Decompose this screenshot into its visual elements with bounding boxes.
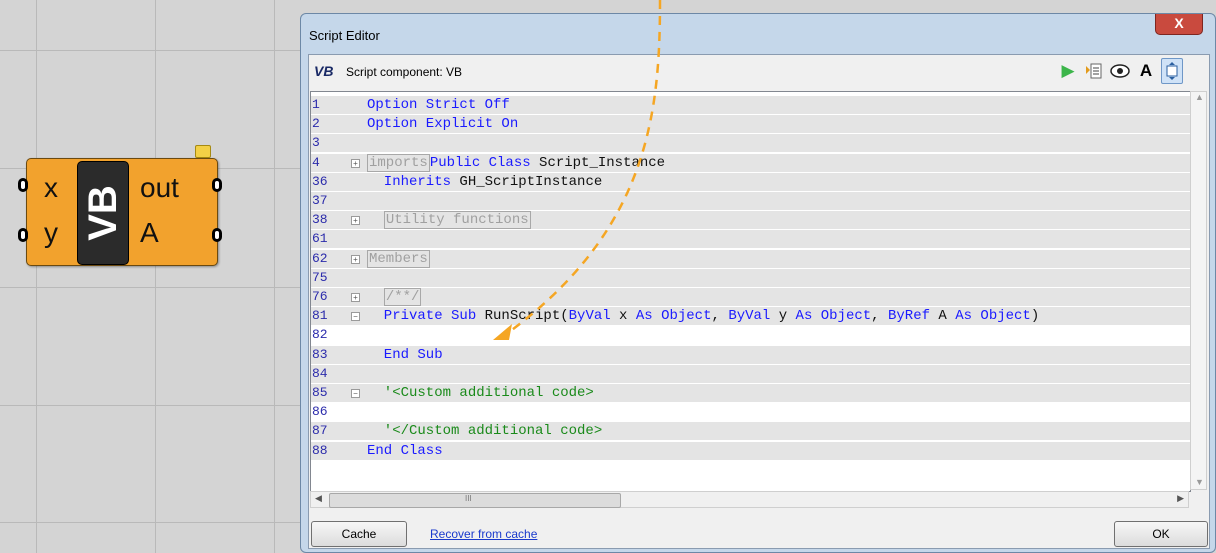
annotation-arrow: [493, 0, 662, 340]
